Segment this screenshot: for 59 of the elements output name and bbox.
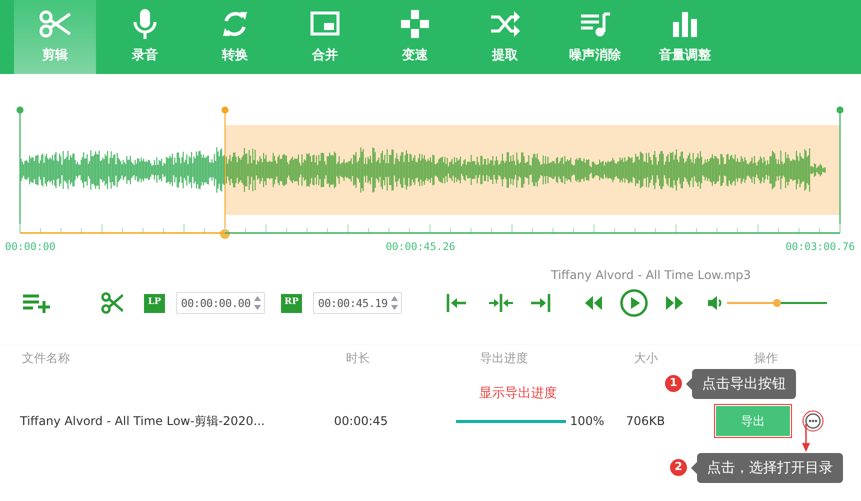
pointer-arrow-icon [801,424,811,452]
split-icon [488,292,514,314]
time-label: 00:00:00 [5,240,56,255]
volume-button[interactable] [708,296,722,310]
tooltip: 点击，选择打开目录 [691,453,843,483]
volume-icon [708,296,722,310]
tab[interactable]: 剪辑 [14,0,96,74]
tab[interactable]: 音量调整 [640,0,730,74]
tab[interactable]: 录音 [100,0,190,74]
rewind-button[interactable] [583,296,603,310]
fast-forward-icon [665,296,685,310]
scissors-icon [101,292,123,314]
tab[interactable]: 提取 [460,0,550,74]
column-header: 文件名称 [22,350,70,367]
step-number: 1 [665,375,682,392]
fast-forward-button[interactable] [665,296,685,310]
more-button[interactable] [802,410,824,432]
play-button[interactable] [619,288,649,318]
spinner-arrows-icon [254,296,261,310]
trim-handle[interactable] [220,106,230,239]
file-name: Tiffany Alvord - All Time Low.mp3 [550,267,752,284]
slider-thumb[interactable] [773,299,781,307]
time-field[interactable]: 00:00:00.00 [176,292,265,314]
scissors-icon [38,8,72,40]
size-cell-text: 706KB [626,413,666,430]
start-badge: LP [144,294,165,312]
volume-slider[interactable] [727,297,827,309]
tab[interactable]: 噪声消除 [550,0,640,74]
tooltip: 点击导出按钮 [686,369,796,399]
scissors-button[interactable] [101,292,123,314]
spinner-arrows-icon [391,296,398,310]
skip-to-end-icon [529,292,551,314]
column-header: 大小 [634,350,658,367]
playlist-add-icon [23,293,51,313]
annotation-note: 显示导出进度 [479,385,557,403]
tab[interactable]: 合并 [280,0,370,74]
tab[interactable]: 转换 [190,0,280,74]
playlist-add-button[interactable] [23,293,51,313]
end-badge: RP [281,294,302,312]
play-icon [619,288,649,318]
rewind-icon [583,296,603,310]
column-header: 操作 [754,350,778,367]
split-button[interactable] [488,292,514,314]
step-number: 2 [670,459,687,476]
progress-reading: 100% [570,413,606,430]
duration-cell-text: 00:00:45 [334,413,389,430]
more-icon [802,410,824,432]
time-label: 00:00:45.26 [386,240,456,255]
cross-pad-icon [398,8,432,40]
column-header: 导出进度 [480,350,528,367]
column-header: 时长 [346,350,370,367]
time-label: 00:03:00.76 [785,240,855,255]
skip-to-start-button[interactable] [446,292,468,314]
export-button[interactable]: 导出 [714,404,792,438]
time-field[interactable]: 00:00:45.19 [313,292,402,314]
tab[interactable]: 变速 [370,0,460,74]
skip-to-end-button[interactable] [529,292,551,314]
file-name-cell-text: Tiffany Alvord - All Time Low-剪辑-2020... [20,413,266,430]
skip-to-start-icon [446,292,468,314]
